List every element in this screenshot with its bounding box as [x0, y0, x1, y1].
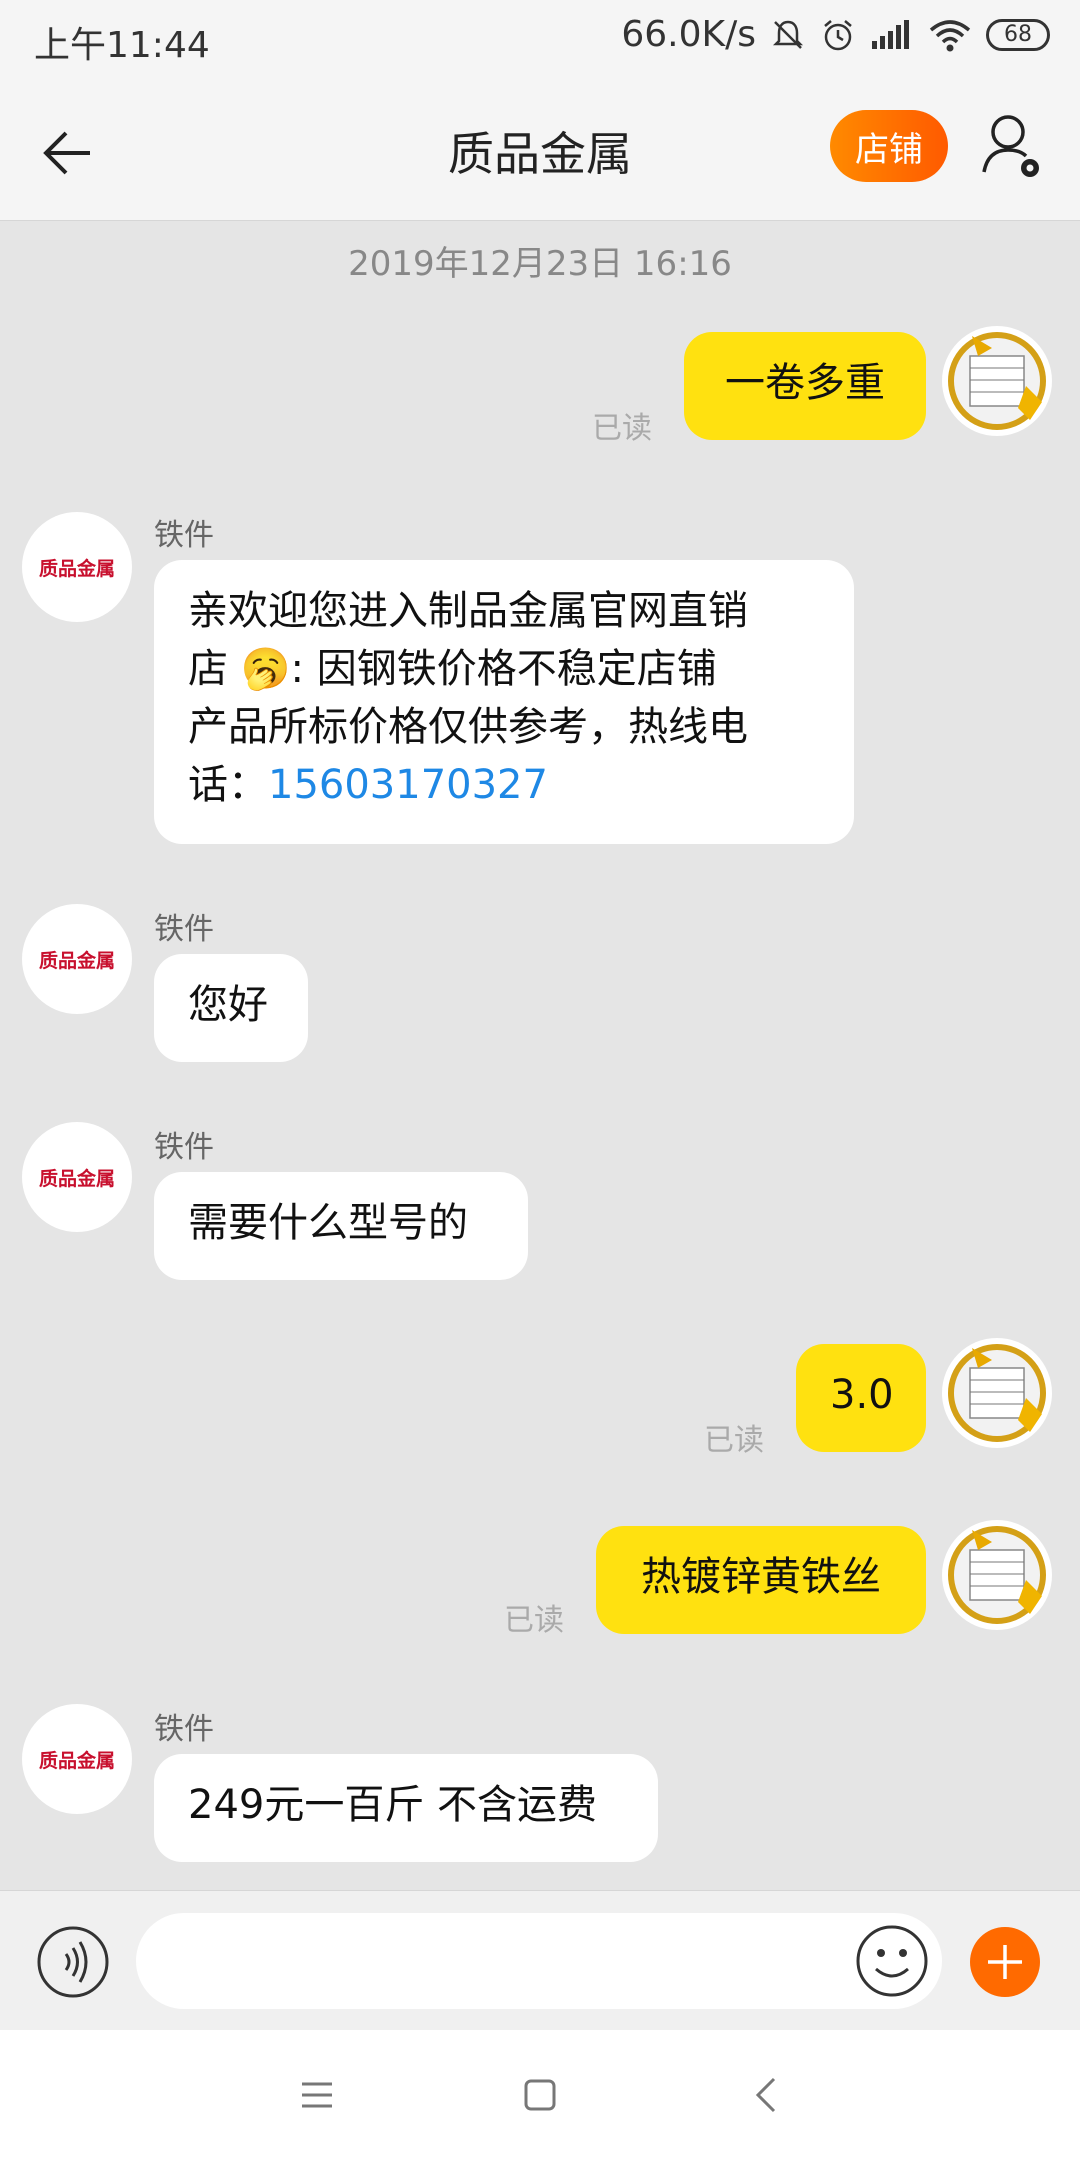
- incoming-message[interactable]: 您好: [154, 954, 308, 1062]
- chat-timestamp: 2019年12月23日 16:16: [348, 244, 732, 284]
- read-status: 已读: [592, 411, 652, 446]
- system-navigation-bar: [0, 2030, 1080, 2160]
- user-avatar[interactable]: [942, 326, 1052, 436]
- message-input-bar: [0, 1890, 1080, 2031]
- signal-icon: [872, 19, 909, 49]
- sender-name: 铁件: [154, 912, 214, 947]
- user-avatar-image: [948, 1344, 1046, 1442]
- chat-messages[interactable]: 2019年12月23日 16:16 已读 一卷多重 质品金属 铁件 亲欢迎您进入…: [0, 220, 1080, 1890]
- store-button[interactable]: 店铺: [830, 110, 948, 182]
- user-avatar[interactable]: [942, 1338, 1052, 1448]
- incoming-message[interactable]: 亲欢迎您进入制品金属官网直销 店 🥱: 因钢铁价格不稳定店铺 产品所标价格仅供参…: [154, 560, 854, 844]
- incoming-message[interactable]: 249元一百斤 不含运费: [154, 1754, 658, 1862]
- store-avatar[interactable]: 质品金属: [22, 1704, 132, 1814]
- network-speed: 66.0K/s: [621, 14, 756, 55]
- phone-link[interactable]: 15603170327: [268, 762, 548, 808]
- user-avatar-image: [948, 1526, 1046, 1624]
- read-status: 已读: [504, 1603, 564, 1638]
- store-avatar[interactable]: 质品金属: [22, 1122, 132, 1232]
- outgoing-message[interactable]: 一卷多重: [684, 332, 926, 440]
- plus-icon: [988, 1945, 1022, 1979]
- message-line: 话：15603170327: [188, 756, 820, 814]
- status-bar: 上午11:44 66.0K/s 68: [0, 0, 1080, 80]
- status-icons: 66.0K/s 68: [621, 14, 1050, 55]
- store-avatar[interactable]: 质品金属: [22, 512, 132, 622]
- message-input[interactable]: [136, 1913, 942, 2009]
- message-text: 话：: [188, 762, 268, 808]
- sender-name: 铁件: [154, 518, 214, 553]
- chat-header: 质品金属 店铺: [0, 80, 1080, 221]
- sender-name: 铁件: [154, 1130, 214, 1165]
- sender-name: 铁件: [154, 1712, 214, 1747]
- message-line: 产品所标价格仅供参考，热线电: [188, 704, 748, 750]
- home-icon[interactable]: [523, 2078, 557, 2112]
- voice-icon[interactable]: [36, 1925, 110, 1999]
- message-line: 亲欢迎您进入制品金属官网直销: [188, 588, 748, 634]
- alarm-icon: [824, 19, 852, 50]
- back-icon[interactable]: [750, 2076, 784, 2114]
- incoming-message[interactable]: 需要什么型号的: [154, 1172, 528, 1280]
- battery-indicator: 68: [986, 18, 1050, 51]
- emoji-icon[interactable]: [854, 1923, 930, 1999]
- wifi-icon: [929, 19, 971, 51]
- profile-settings-icon[interactable]: [980, 110, 1044, 180]
- outgoing-message[interactable]: 3.0: [796, 1344, 926, 1452]
- message-line: 店 🥱: 因钢铁价格不稳定店铺: [188, 646, 717, 692]
- store-avatar[interactable]: 质品金属: [22, 904, 132, 1014]
- menu-icon[interactable]: [300, 2078, 334, 2112]
- mute-bell-icon: [772, 20, 804, 49]
- user-avatar-image: [948, 332, 1046, 430]
- more-options-button[interactable]: [970, 1927, 1040, 1997]
- user-avatar[interactable]: [942, 1520, 1052, 1630]
- status-time: 上午11:44: [34, 25, 210, 66]
- read-status: 已读: [704, 1423, 764, 1458]
- outgoing-message[interactable]: 热镀锌黄铁丝: [596, 1526, 926, 1634]
